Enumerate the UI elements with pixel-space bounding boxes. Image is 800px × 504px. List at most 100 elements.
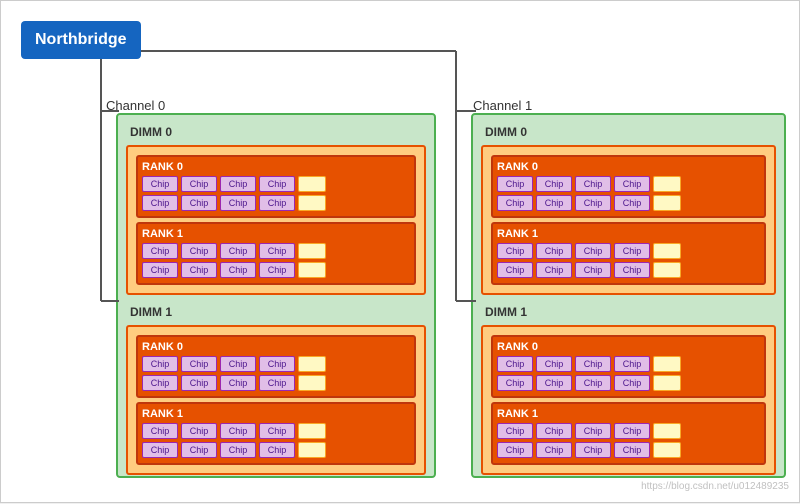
- chip: Chip: [142, 423, 178, 439]
- northbridge-label: Northbridge: [35, 31, 127, 48]
- ch1-dimm0-label: DIMM 0: [481, 123, 776, 141]
- northbridge-box: Northbridge: [21, 21, 141, 59]
- chip: Chip: [220, 176, 256, 192]
- chip: Chip: [181, 423, 217, 439]
- watermark: https://blog.csdn.net/u012489235: [641, 481, 789, 492]
- chip: Chip: [536, 195, 572, 211]
- ch0-dimm0-rank0: RANK 0 Chip Chip Chip Chip Chip Chip Chi…: [136, 155, 416, 218]
- chip: Chip: [220, 356, 256, 372]
- chip: Chip: [220, 195, 256, 211]
- chip: Chip: [142, 375, 178, 391]
- chip: Chip: [575, 442, 611, 458]
- chip-row: Chip Chip Chip Chip: [497, 442, 760, 458]
- chip-row: Chip Chip Chip Chip: [142, 195, 410, 211]
- chip: Chip: [614, 375, 650, 391]
- chip: Chip: [614, 423, 650, 439]
- chip-yellow: [653, 176, 681, 192]
- chip: Chip: [497, 356, 533, 372]
- chip-row: Chip Chip Chip Chip: [142, 176, 410, 192]
- chip: Chip: [614, 243, 650, 259]
- chip: Chip: [181, 356, 217, 372]
- chip: Chip: [575, 176, 611, 192]
- chip: Chip: [142, 195, 178, 211]
- chip: Chip: [259, 262, 295, 278]
- chip: Chip: [614, 356, 650, 372]
- chip: Chip: [181, 375, 217, 391]
- channel1-label: Channel 1: [473, 98, 532, 113]
- ch0-dimm1-rank1: RANK 1 Chip Chip Chip Chip Chip Chip Chi…: [136, 402, 416, 465]
- chip: Chip: [181, 243, 217, 259]
- chip: Chip: [220, 423, 256, 439]
- ch1-dimm1-rank1: RANK 1 Chip Chip Chip Chip Chip Chip Chi…: [491, 402, 766, 465]
- chip: Chip: [536, 262, 572, 278]
- chip: Chip: [259, 356, 295, 372]
- chip-yellow: [653, 356, 681, 372]
- chip: Chip: [142, 176, 178, 192]
- diagram-container: Northbridge Channel 0 DIMM 0 RANK 0 Chip…: [0, 0, 800, 503]
- chip-row: Chip Chip Chip Chip: [497, 423, 760, 439]
- chip: Chip: [259, 442, 295, 458]
- chip-yellow: [298, 243, 326, 259]
- chip-row: Chip Chip Chip Chip: [142, 375, 410, 391]
- chip: Chip: [536, 375, 572, 391]
- chip: Chip: [497, 195, 533, 211]
- chip: Chip: [575, 195, 611, 211]
- channel1-box: DIMM 0 RANK 0 Chip Chip Chip Chip Chip C…: [471, 113, 786, 478]
- chip: Chip: [220, 442, 256, 458]
- channel0-label: Channel 0: [106, 98, 165, 113]
- chip: Chip: [142, 356, 178, 372]
- chip-row: Chip Chip Chip Chip: [142, 442, 410, 458]
- chip-yellow: [298, 262, 326, 278]
- chip: Chip: [575, 423, 611, 439]
- chip: Chip: [181, 176, 217, 192]
- chip: Chip: [259, 176, 295, 192]
- chip: Chip: [575, 375, 611, 391]
- chip-row: Chip Chip Chip Chip: [142, 356, 410, 372]
- chip: Chip: [614, 195, 650, 211]
- chip-row: Chip Chip Chip Chip: [497, 176, 760, 192]
- chip: Chip: [497, 423, 533, 439]
- chip: Chip: [220, 262, 256, 278]
- channel0-box: DIMM 0 RANK 0 Chip Chip Chip Chip Chip C…: [116, 113, 436, 478]
- chip: Chip: [575, 262, 611, 278]
- chip-yellow: [653, 442, 681, 458]
- ch0-dimm1-rank0: RANK 0 Chip Chip Chip Chip Chip Chip Chi…: [136, 335, 416, 398]
- chip-row: Chip Chip Chip Chip: [142, 423, 410, 439]
- chip: Chip: [220, 375, 256, 391]
- ch0-dimm0-rank1: RANK 1 Chip Chip Chip Chip Chip Chip Chi…: [136, 222, 416, 285]
- chip-yellow: [298, 375, 326, 391]
- chip-yellow: [653, 423, 681, 439]
- ch1-dimm1-label: DIMM 1: [481, 303, 776, 321]
- ch0-dimm0-label: DIMM 0: [126, 123, 426, 141]
- chip-yellow: [298, 423, 326, 439]
- chip: Chip: [259, 243, 295, 259]
- chip: Chip: [536, 243, 572, 259]
- chip-row: Chip Chip Chip Chip: [497, 262, 760, 278]
- chip: Chip: [497, 442, 533, 458]
- chip: Chip: [497, 243, 533, 259]
- ch1-dimm1-rank0: RANK 0 Chip Chip Chip Chip Chip Chip Chi…: [491, 335, 766, 398]
- chip: Chip: [142, 262, 178, 278]
- chip-row: Chip Chip Chip Chip: [142, 243, 410, 259]
- chip: Chip: [142, 442, 178, 458]
- chip: Chip: [536, 356, 572, 372]
- chip: Chip: [181, 442, 217, 458]
- chip: Chip: [614, 262, 650, 278]
- chip: Chip: [142, 243, 178, 259]
- chip-yellow: [298, 176, 326, 192]
- chip-yellow: [298, 195, 326, 211]
- chip-row: Chip Chip Chip Chip: [497, 375, 760, 391]
- chip: Chip: [614, 442, 650, 458]
- chip: Chip: [536, 176, 572, 192]
- chip: Chip: [536, 442, 572, 458]
- chip-yellow: [298, 356, 326, 372]
- ch1-dimm0-rank0: RANK 0 Chip Chip Chip Chip Chip Chip Chi…: [491, 155, 766, 218]
- chip: Chip: [497, 176, 533, 192]
- chip: Chip: [575, 356, 611, 372]
- chip: Chip: [614, 176, 650, 192]
- chip: Chip: [220, 243, 256, 259]
- chip: Chip: [536, 423, 572, 439]
- chip-yellow: [653, 375, 681, 391]
- chip: Chip: [181, 262, 217, 278]
- chip: Chip: [259, 423, 295, 439]
